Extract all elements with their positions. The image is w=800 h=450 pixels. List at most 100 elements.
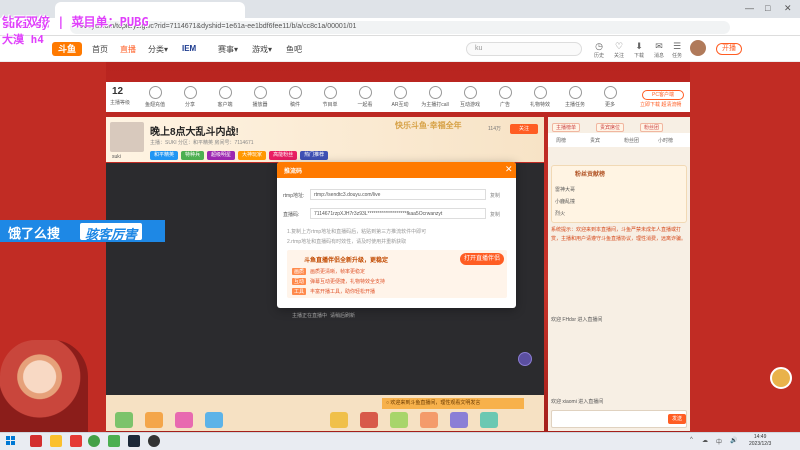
level-label: 主播等级: [110, 100, 131, 106]
rank-row[interactable]: 小鹿乱撞: [555, 198, 575, 205]
system-message: 系统提示：欢迎来到本直播间，斗鱼严禁未成年人直播或打赏，主播和用户请遵守斗鱼直播…: [551, 227, 687, 242]
search-input[interactable]: ku: [466, 42, 582, 56]
gift-icon[interactable]: [115, 412, 133, 428]
chip[interactable]: 超级明星: [207, 151, 236, 160]
toolbar-item-icon: [323, 86, 337, 99]
streamer-avatar[interactable]: [110, 122, 144, 152]
rank-row[interactable]: 雷神大哥: [555, 186, 575, 193]
gift-icon[interactable]: [145, 412, 163, 428]
cloud-icon[interactable]: ☁: [702, 437, 708, 444]
rank-title: 粉丝贡献榜: [575, 172, 606, 178]
chip[interactable]: 和平精英: [150, 151, 179, 160]
go-live-button[interactable]: 开播: [716, 43, 742, 55]
toolbar-item-label: 更多: [604, 102, 615, 108]
follow-button[interactable]: 关注: [510, 124, 538, 134]
rtmp-field[interactable]: rtmp://sendtc3.douyu.com/live: [310, 189, 486, 200]
follow-icon[interactable]: ♡ 关注: [608, 41, 630, 59]
fans-count: 114万: [488, 126, 501, 132]
windows-start-icon[interactable]: [6, 436, 16, 446]
close-window-icon[interactable]: ✕: [784, 3, 792, 14]
gift-icon[interactable]: [360, 412, 378, 428]
maximize-icon[interactable]: □: [765, 3, 770, 13]
close-icon[interactable]: ✕: [505, 164, 513, 175]
toolbar-item[interactable]: 稿件: [280, 86, 310, 108]
toolbar-item[interactable]: 客户端: [210, 86, 240, 108]
copy-rtmp-button[interactable]: 复制: [490, 192, 500, 199]
system-clock[interactable]: 14:49 2023/12/3: [749, 434, 771, 448]
toolbar-item[interactable]: 播放器: [245, 86, 275, 108]
history-icon[interactable]: ◷ 历史: [588, 41, 610, 59]
toolbar-item[interactable]: 礼物特效: [525, 86, 555, 108]
toolbar-item[interactable]: 一起看: [350, 86, 380, 108]
toolbar-item-icon: [568, 86, 582, 99]
gift-icon[interactable]: [390, 412, 408, 428]
assistant-float-icon[interactable]: [518, 352, 532, 366]
gift-icon[interactable]: [450, 412, 468, 428]
gift-icon[interactable]: [330, 412, 348, 428]
toolbar-item[interactable]: 鱼翅充值: [140, 86, 170, 108]
gift-icon[interactable]: [205, 412, 223, 428]
chat-top-tag[interactable]: 贵宾席位: [596, 123, 625, 132]
toolbar-item[interactable]: 更多: [595, 86, 625, 108]
promo-line: 画质 画质更清晰，帧率更稳定: [292, 268, 366, 275]
toolbar-item-icon: [253, 86, 267, 99]
gift-icon[interactable]: [480, 412, 498, 428]
folder-icon[interactable]: [50, 435, 62, 447]
task-icon[interactable]: ☰ 任务: [666, 41, 688, 59]
toolbar-item[interactable]: 广告: [490, 86, 520, 108]
tab-weekly[interactable]: 周榜: [556, 137, 566, 144]
nav-home[interactable]: 首页: [92, 44, 108, 55]
tab-hourly[interactable]: 小时榜: [658, 137, 673, 144]
chat-top-tag[interactable]: 粉丝团: [640, 123, 664, 132]
toolbar-item[interactable]: 为主播打call: [420, 86, 450, 108]
nav-live[interactable]: 直播: [120, 44, 136, 55]
minimize-icon[interactable]: —: [745, 3, 754, 13]
chip[interactable]: 特种兵: [181, 151, 205, 160]
url-field[interactable]: douyu.com/topic/yzlgwc?rid=7114671&dyshi…: [70, 21, 730, 34]
ime-icon[interactable]: 中: [716, 437, 722, 446]
toolbar-item[interactable]: 节目单: [315, 86, 345, 108]
video-refresh-link[interactable]: 请稍后刷新: [330, 312, 355, 319]
rank-row[interactable]: 烈火: [555, 210, 565, 217]
toolbar-item[interactable]: 互动游戏: [455, 86, 485, 108]
chat-input[interactable]: [551, 410, 687, 428]
promo-line: 互动 弹幕互动更便捷，礼物特效全支持: [292, 278, 386, 285]
wechat-icon[interactable]: [108, 435, 120, 447]
pc-client-button[interactable]: PC客户端: [642, 90, 684, 100]
tray-chevron-icon[interactable]: ^: [690, 437, 693, 443]
toolbar-item[interactable]: 主播任务: [560, 86, 590, 108]
chrome-icon[interactable]: [88, 435, 100, 447]
volume-icon[interactable]: 🔊: [730, 437, 737, 444]
chip[interactable]: 热门推荐: [300, 151, 329, 160]
tab-fans[interactable]: 粉丝团: [624, 137, 639, 144]
nav-events[interactable]: 赛事▾: [218, 44, 238, 55]
toolbar-item[interactable]: 分享: [175, 86, 205, 108]
app-icon[interactable]: [70, 435, 82, 447]
send-button[interactable]: 发送: [668, 414, 686, 424]
nav-iem[interactable]: IEM: [182, 44, 196, 53]
open-assistant-button[interactable]: 打开直播伴侣: [460, 253, 504, 265]
toolbar-item-icon: [498, 86, 512, 99]
notice-bar: ○ 欢迎来到斗鱼直播间，理性观看文明发言: [382, 398, 524, 409]
stream-key-field[interactable]: 7114671rzpXJH7r3z93L********************…: [310, 208, 486, 219]
side-activity-icon[interactable]: [770, 367, 792, 389]
site-logo[interactable]: 斗鱼: [52, 42, 82, 56]
tab-vip[interactable]: 贵宾: [590, 137, 600, 144]
nav-category[interactable]: 分类▾: [148, 44, 168, 55]
streamer-name[interactable]: suki: [112, 154, 121, 160]
gift-icon[interactable]: [420, 412, 438, 428]
copy-key-button[interactable]: 复制: [490, 211, 500, 218]
download-icon[interactable]: ⬇ 下载: [628, 41, 650, 59]
nav-games[interactable]: 游戏▾: [252, 44, 272, 55]
toolbar-item-icon: [393, 86, 407, 99]
gift-icon[interactable]: [175, 412, 193, 428]
steam-icon[interactable]: [128, 435, 140, 447]
chip[interactable]: 高能粉丝: [269, 151, 298, 160]
chip[interactable]: 大神玩家: [238, 151, 267, 160]
user-avatar[interactable]: [690, 40, 706, 56]
app-icon[interactable]: [148, 435, 160, 447]
nav-yuba[interactable]: 鱼吧: [286, 44, 302, 55]
chat-top-tag[interactable]: 主播榜单: [552, 123, 581, 132]
wps-icon[interactable]: [30, 435, 42, 447]
toolbar-item[interactable]: AR互动: [385, 86, 415, 108]
